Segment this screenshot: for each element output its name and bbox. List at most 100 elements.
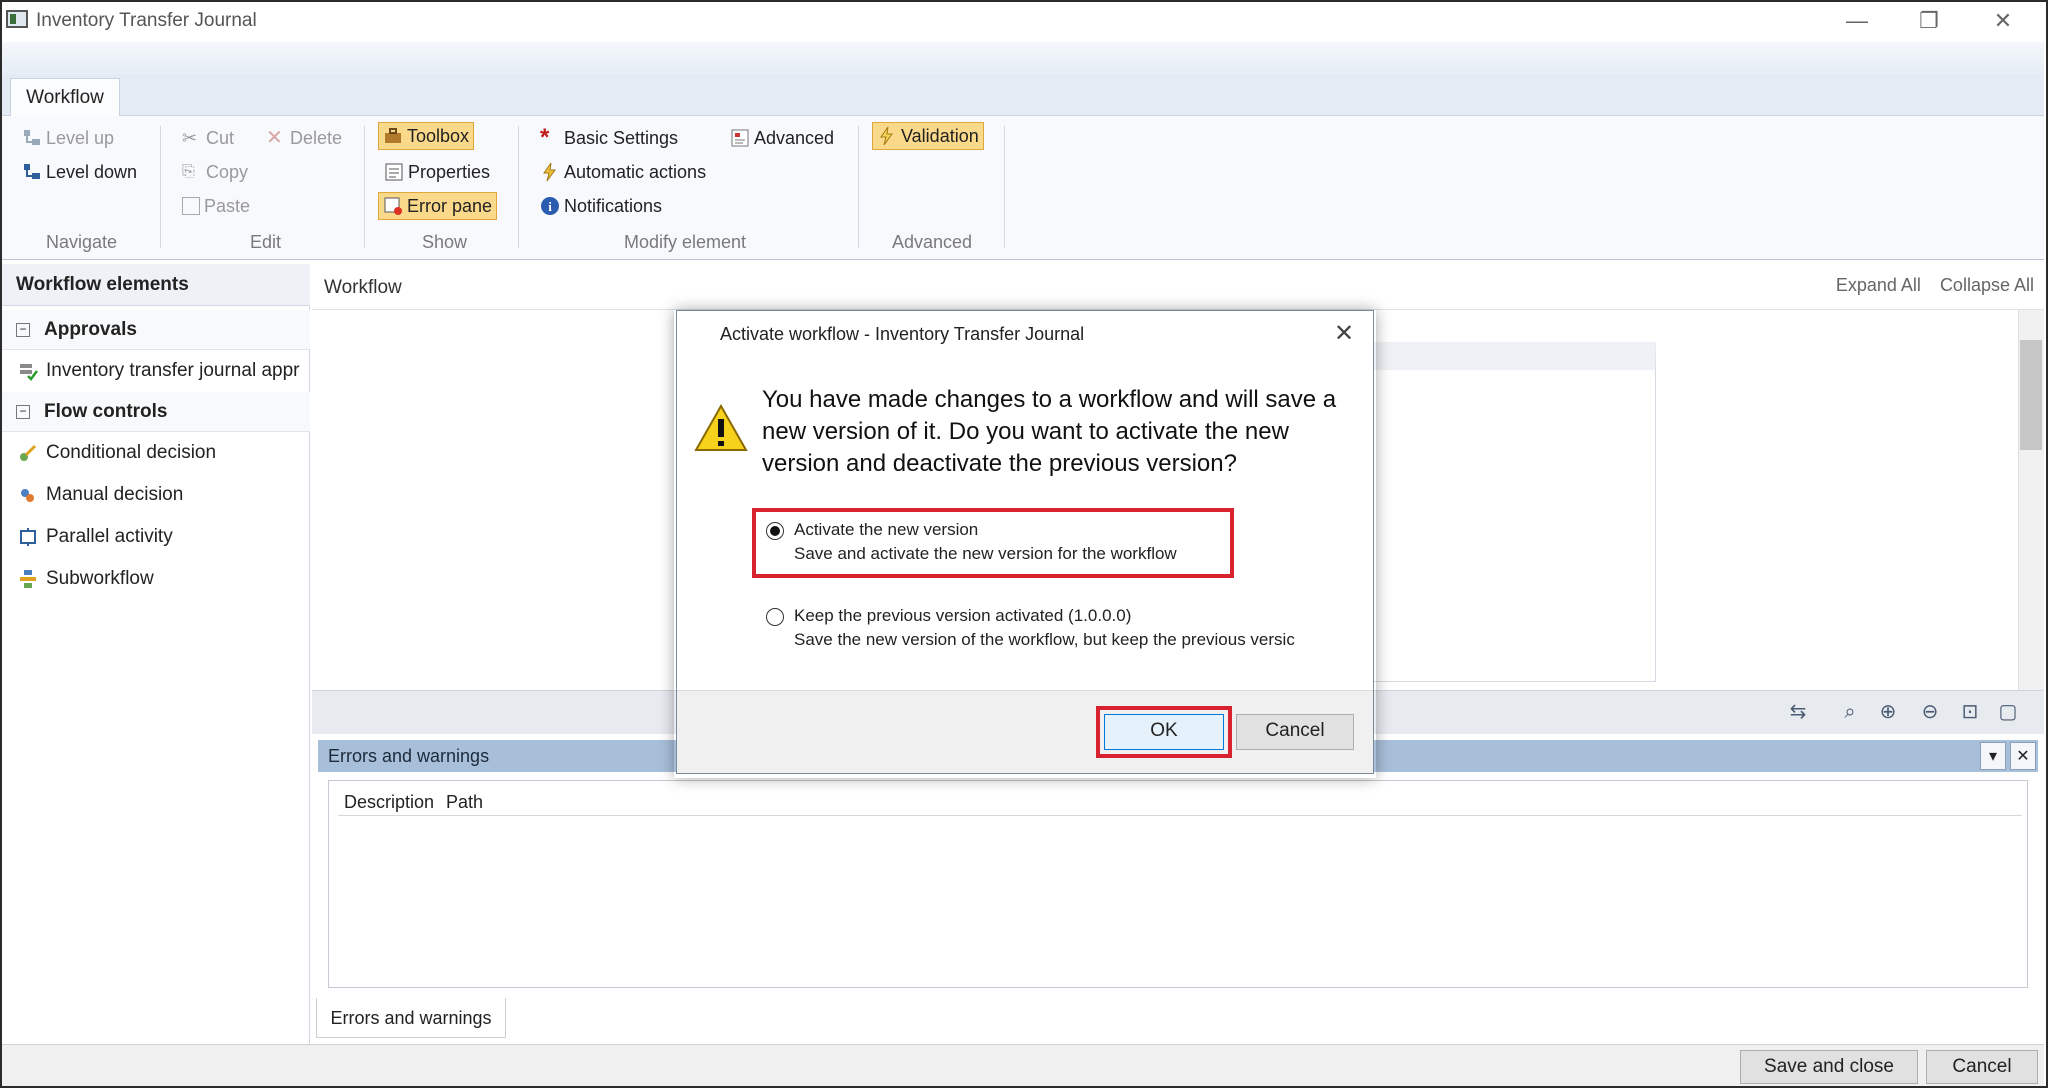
group-label-advanced: Advanced [892,232,973,252]
level-up-label: Level up [46,127,115,148]
element-subworkflow[interactable]: Subworkflow [18,564,308,594]
level-down-button[interactable]: Level down [18,158,141,186]
toolbox-button[interactable]: Toolbox [378,122,475,150]
element-label: Subworkflow [46,568,154,589]
manual-decision-icon [21,489,34,502]
automatic-actions-button[interactable]: Automatic actions [536,158,710,186]
save-and-close-button[interactable]: Save and close [1740,1050,1918,1084]
tab-errors-and-warnings[interactable]: Errors and warnings [316,998,506,1038]
level-up-button[interactable]: Level up [18,124,118,152]
delete-button[interactable]: ✕ Delete [262,124,346,152]
basic-settings-label: Basic Settings [564,127,679,148]
option-keep-previous-version[interactable]: Keep the previous version activated (1.0… [794,604,1356,652]
canvas-scrollbar-thumb[interactable] [2020,340,2042,450]
validation-button[interactable]: Validation [872,122,984,150]
ribbon-band [2,42,2044,76]
element-label: Manual decision [46,484,184,505]
properties-icon [385,163,403,181]
toolbox-icon [385,128,401,143]
dialog-message: You have made changes to a workflow and … [762,386,1337,477]
advanced-settings-button[interactable]: Advanced [726,124,838,152]
errors-grid-header: Description Path [338,788,2022,816]
zoom-out-icon[interactable]: ⊖ [1918,700,1942,724]
paste-label: Paste [204,195,251,216]
collapse-all-link[interactable]: Collapse All [1940,275,2034,295]
subworkflow-icon [20,570,36,588]
fit-to-screen-icon[interactable]: ⊡ [1958,700,1982,724]
radio-keep-previous-version[interactable] [766,608,784,626]
ribbon-separator [1004,126,1005,248]
tab-workflow[interactable]: Workflow [10,78,120,116]
workflow-elements-header: Workflow elements [2,264,310,306]
ribbon-separator [858,126,859,248]
element-conditional-decision[interactable]: Conditional decision [18,438,308,468]
element-inventory-transfer-approval[interactable]: Inventory transfer journal appr [18,356,308,386]
workflow-element-box[interactable] [1340,342,1656,682]
option-description: Save the new version of the workflow, bu… [794,630,1295,649]
group-approvals-label: Approvals [44,319,137,340]
collapse-icon[interactable]: − [16,404,30,419]
group-flow-controls[interactable]: − Flow controls [2,392,310,432]
approval-icon [20,364,38,381]
annotation-highlight-box [1096,706,1232,758]
dialog-title: Activate workflow - Inventory Transfer J… [720,324,1085,344]
close-window-button[interactable]: ✕ [1976,4,2030,38]
group-approvals[interactable]: − Approvals [2,310,310,350]
group-flow-controls-label: Flow controls [44,401,168,422]
cut-label: Cut [206,127,235,148]
workflow-header [312,264,2044,310]
annotation-highlight-box [752,508,1234,578]
validation-label: Validation [901,125,979,146]
dialog-cancel-button[interactable]: Cancel [1236,714,1354,750]
title-bar [2,2,2044,42]
zoom-select-icon[interactable]: ⌕ [1838,700,1862,724]
level-down-icon [24,164,40,179]
app-icon [6,10,28,28]
group-label-edit: Edit [250,232,282,252]
group-label-show: Show [422,232,468,252]
level-up-icon [24,130,40,145]
paste-button[interactable]: Paste [178,192,254,220]
delete-label: Delete [290,127,343,148]
asterisk-icon: * [540,124,550,151]
ribbon-separator [160,126,161,248]
ribbon-separator [518,126,519,248]
group-label-navigate: Navigate [46,232,118,252]
actual-size-icon[interactable]: ▢ [1996,700,2020,724]
minimize-button[interactable]: — [1830,4,1884,38]
notifications-button[interactable]: i Notifications [536,192,666,220]
validation-icon [880,126,893,146]
dialog-close-button[interactable]: ✕ [1328,318,1360,350]
column-description[interactable]: Description [344,788,434,816]
collapse-icon[interactable]: − [16,322,30,337]
element-manual-decision[interactable]: Manual decision [18,480,308,510]
group-label-modify-element: Modify element [624,232,747,252]
layout-icon[interactable]: ⇆ [1786,700,1810,724]
expand-all-link[interactable]: Expand All [1836,275,1921,295]
footer-bar [2,1044,2044,1086]
advanced-settings-icon [731,129,749,147]
copy-button[interactable]: ⎘ Copy [178,158,252,186]
notifications-label: Notifications [564,195,663,216]
restore-button[interactable]: ❐ [1902,4,1956,38]
basic-settings-button[interactable]: * Basic Settings [536,124,682,152]
footer-cancel-button[interactable]: Cancel [1926,1050,2038,1084]
column-path[interactable]: Path [446,788,483,816]
paste-icon [182,197,200,215]
warning-icon [694,404,748,451]
properties-button[interactable]: Properties [380,158,494,186]
element-label: Parallel activity [46,526,173,547]
pane-dropdown-button[interactable]: ▾ [1980,742,2006,770]
pane-close-button[interactable]: ✕ [2010,742,2036,770]
level-down-label: Level down [46,161,138,182]
automatic-actions-label: Automatic actions [564,161,707,182]
error-pane-button[interactable]: Error pane [378,192,498,220]
element-parallel-activity[interactable]: Parallel activity [18,522,308,552]
window-title: Inventory Transfer Journal [36,10,257,31]
copy-label: Copy [206,161,249,182]
element-label: Inventory transfer journal appr [46,360,300,381]
cut-button[interactable]: ✂ Cut [178,124,238,152]
zoom-in-icon[interactable]: ⊕ [1876,700,1900,724]
svg-text:i: i [548,199,552,214]
advanced-settings-label: Advanced [754,127,835,148]
